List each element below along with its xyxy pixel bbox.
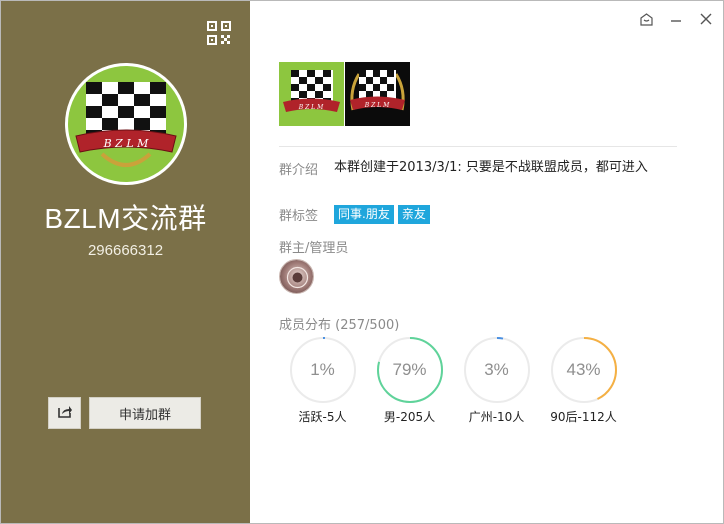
stat-location[interactable]: 3% 广州-10人 xyxy=(453,336,540,425)
stat-percent: 43% xyxy=(566,360,601,379)
members-label: 成员分布 (257/500) xyxy=(279,314,399,333)
stat-ring: 43% xyxy=(550,336,618,404)
minimize-icon[interactable] xyxy=(668,11,684,27)
stat-label: 活跃-5人 xyxy=(298,410,347,424)
admins-label: 群主/管理员 xyxy=(279,241,349,256)
group-photo-strip: B Z L M B Z L M xyxy=(279,62,410,126)
stat-gender[interactable]: 79% 男-205人 xyxy=(366,336,453,425)
intro-text: 本群创建于2013/3/1: 只要是不战联盟成员，都可进入 xyxy=(334,160,648,175)
group-id: 296666312 xyxy=(87,242,164,259)
admin-avatar[interactable] xyxy=(279,259,314,294)
group-photo-thumbnail[interactable]: B Z L M xyxy=(345,62,410,126)
svg-text:B Z L M: B Z L M xyxy=(364,102,390,109)
stat-ring: 3% xyxy=(463,336,531,404)
tag[interactable]: 亲友 xyxy=(397,205,430,224)
group-card-window: B Z L M BZLM交流群 296666312 申请加群 B Z L M B… xyxy=(0,0,724,524)
group-name: BZLM交流群 xyxy=(44,203,207,234)
group-avatar[interactable]: B Z L M xyxy=(65,63,187,185)
share-button[interactable] xyxy=(48,397,81,429)
members-label-text: 成员分布 xyxy=(279,318,332,333)
group-photo-thumbnail[interactable]: B Z L M xyxy=(279,62,344,126)
share-icon xyxy=(57,403,73,424)
svg-text:B Z L M: B Z L M xyxy=(298,104,324,111)
join-group-button[interactable]: 申请加群 xyxy=(89,397,201,429)
qr-code-icon[interactable] xyxy=(207,21,231,45)
divider xyxy=(279,146,677,147)
stat-percent: 79% xyxy=(392,360,427,379)
close-icon[interactable] xyxy=(698,11,714,27)
svg-text:B Z L M: B Z L M xyxy=(103,137,150,150)
stat-ring: 1% xyxy=(289,336,357,404)
tag-list: 同事.朋友 亲友 xyxy=(334,205,430,224)
members-count: (257/500) xyxy=(335,318,400,333)
stat-active[interactable]: 1% 活跃-5人 xyxy=(279,336,366,425)
stat-age[interactable]: 43% 90后-112人 xyxy=(540,336,627,425)
tag[interactable]: 同事.朋友 xyxy=(334,205,394,224)
stat-label: 男-205人 xyxy=(383,410,436,424)
stat-percent: 1% xyxy=(310,360,335,379)
stat-label: 90后-112人 xyxy=(550,410,617,424)
stat-percent: 3% xyxy=(484,360,509,379)
stat-ring: 79% xyxy=(376,336,444,404)
group-info-panel: B Z L M B Z L M 群介绍 本群创建于2013/3/1: 只要是不战… xyxy=(250,1,723,523)
skin-icon[interactable] xyxy=(638,11,654,27)
group-profile-panel: B Z L M BZLM交流群 296666312 申请加群 xyxy=(1,1,250,523)
intro-label: 群介绍 xyxy=(279,163,319,178)
tags-label: 群标签 xyxy=(279,209,319,224)
stat-label: 广州-10人 xyxy=(468,410,525,424)
member-stats: 1% 活跃-5人 79% 男-205人 3% 广州-10人 43% 90后-11… xyxy=(279,336,627,425)
